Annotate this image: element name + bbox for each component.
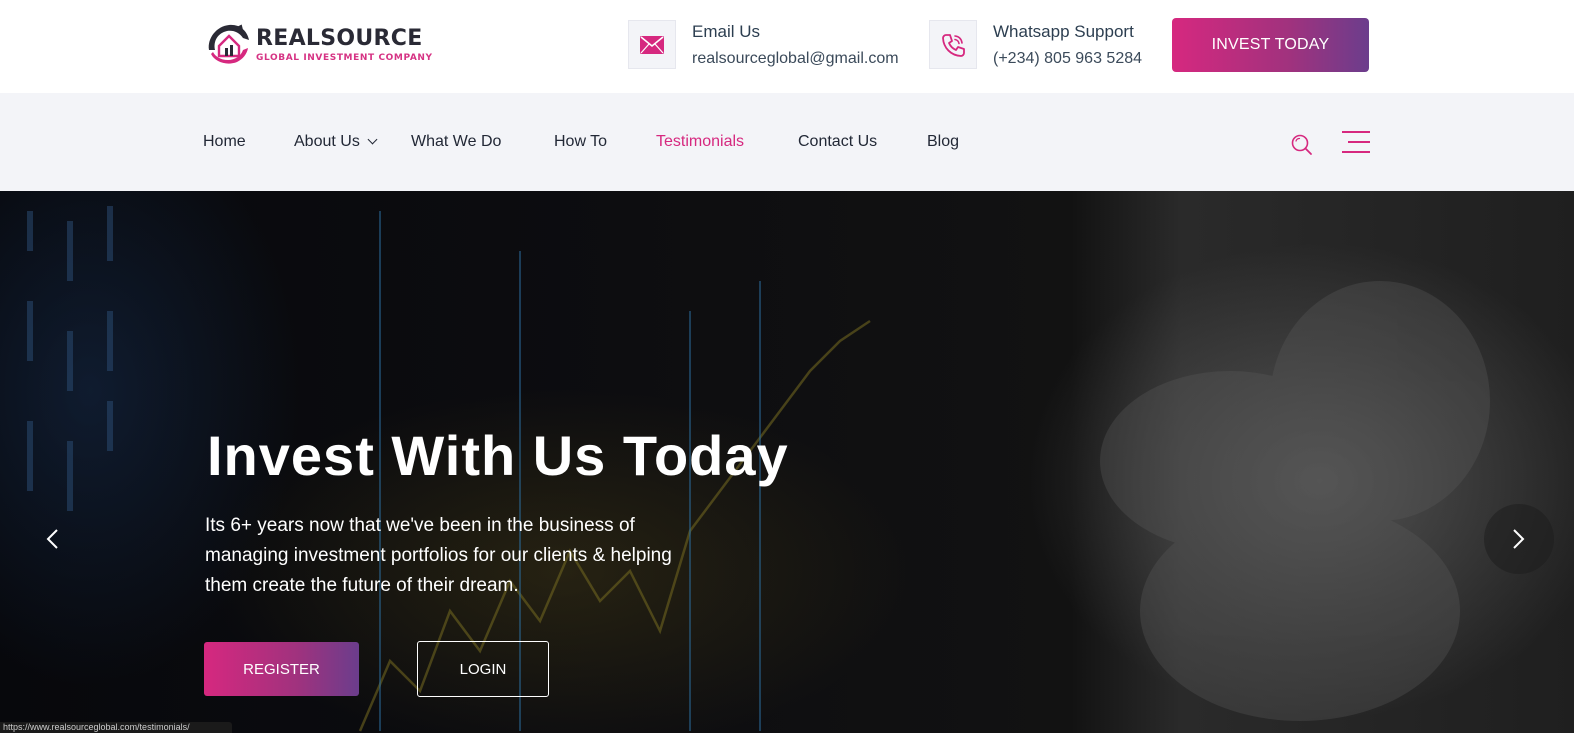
nav-item-about-us[interactable]: About Us [294, 133, 378, 151]
hamburger-menu-icon[interactable] [1342, 131, 1370, 153]
slider-prev-button[interactable] [17, 504, 87, 574]
chevron-down-icon [367, 134, 378, 145]
brand-logo[interactable]: REALSOURCE GLOBAL INVESTMENT COMPANY [203, 20, 433, 70]
nav-item-label: About Us [294, 133, 360, 150]
hero-description: Its 6+ years now that we've been in the … [205, 515, 672, 596]
nav-item-contact-us[interactable]: Contact Us [798, 133, 877, 151]
nav-item-what-we-do[interactable]: What We Do [411, 133, 501, 151]
email-value[interactable]: realsourceglobal@gmail.com [692, 50, 899, 68]
chevron-left-icon [46, 529, 58, 549]
chevron-right-icon [1513, 529, 1525, 549]
email-title: Email Us [692, 22, 761, 41]
nav-item-testimonials[interactable]: Testimonials [656, 133, 744, 151]
nav-item-how-to[interactable]: How To [554, 133, 607, 151]
hero-title: Invest With Us Today [207, 424, 789, 487]
main-nav: Home About Us What We Do How To Testimon… [0, 93, 1574, 191]
envelope-icon [628, 20, 676, 69]
slider-next-button[interactable] [1484, 504, 1554, 574]
phone-icon [929, 20, 977, 69]
whatsapp-value[interactable]: (+234) 805 963 5284 [993, 50, 1142, 68]
login-button[interactable]: LOGIN [417, 641, 549, 697]
hero-slider: Invest With Us Today Its 6+ years now th… [0, 191, 1574, 733]
nav-item-home[interactable]: Home [203, 133, 246, 151]
brand-tagline: GLOBAL INVESTMENT COMPANY [256, 53, 433, 63]
status-bar-url: https://www.realsourceglobal.com/testimo… [0, 722, 232, 733]
top-header: REALSOURCE GLOBAL INVESTMENT COMPANY Ema… [0, 0, 1574, 93]
brand-name: REALSOURCE [256, 26, 423, 51]
nav-item-blog[interactable]: Blog [927, 133, 959, 151]
register-button[interactable]: REGISTER [204, 642, 359, 696]
search-icon[interactable] [1290, 133, 1314, 157]
logo-mark-icon [208, 24, 249, 64]
invest-today-button[interactable]: INVEST TODAY [1172, 18, 1369, 72]
whatsapp-title: Whatsapp Support [993, 22, 1134, 41]
